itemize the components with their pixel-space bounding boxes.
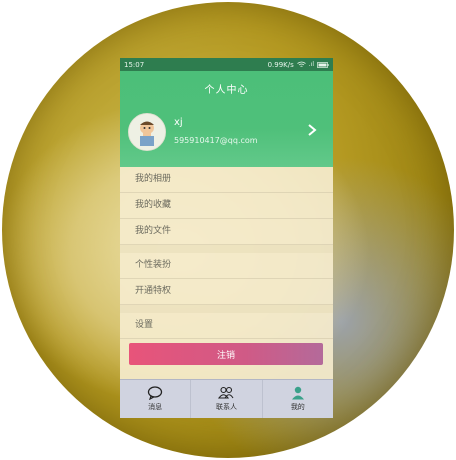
bottom-tab-bar: 消息 联系人 我的: [120, 379, 333, 418]
signal-icon: .ıl: [308, 61, 314, 68]
tab-label: 消息: [148, 403, 163, 411]
avatar[interactable]: [128, 113, 166, 151]
wifi-icon: [297, 61, 306, 67]
user-email: 595910417@qq.com: [174, 136, 258, 145]
menu-item-favorites[interactable]: 我的收藏: [120, 193, 333, 219]
chevron-right-icon[interactable]: [305, 123, 319, 137]
contacts-icon: [218, 386, 234, 399]
tab-messages[interactable]: 消息: [120, 380, 192, 418]
profile-icon: [291, 386, 304, 400]
menu-item-settings[interactable]: 设置: [120, 313, 333, 339]
status-time: 15:07: [124, 60, 145, 69]
message-icon: [148, 386, 163, 400]
avatar-cartoon-icon: [129, 114, 165, 150]
stage: 15:07 0.99K/s .ıl 个人中心 xj 595910417@qq.c…: [0, 0, 456, 460]
menu-item-album[interactable]: 我的相册: [120, 167, 333, 193]
username: xj: [174, 117, 183, 128]
phone-screen: 15:07 0.99K/s .ıl 个人中心 xj 595910417@qq.c…: [120, 58, 333, 418]
section-divider: [120, 305, 333, 313]
section-divider: [120, 245, 333, 253]
menu-item-files[interactable]: 我的文件: [120, 219, 333, 245]
tab-label: 我的: [290, 403, 305, 411]
logout-button[interactable]: 注销: [129, 343, 323, 365]
menu-list: 我的相册 我的收藏 我的文件 个性装扮 开通特权 设置: [120, 167, 333, 339]
tab-label: 联系人: [215, 403, 237, 411]
tab-me[interactable]: 我的: [263, 380, 333, 418]
page-title: 个人中心: [204, 85, 249, 96]
network-speed: 0.99K/s: [267, 60, 294, 69]
menu-item-themes[interactable]: 个性装扮: [120, 253, 333, 279]
tab-contacts[interactable]: 联系人: [191, 380, 263, 418]
status-bar: 15:07 0.99K/s .ıl: [120, 58, 333, 71]
profile-header: 个人中心 xj 595910417@qq.com: [120, 71, 333, 167]
menu-item-privileges[interactable]: 开通特权: [120, 279, 333, 305]
battery-icon: [317, 61, 329, 68]
